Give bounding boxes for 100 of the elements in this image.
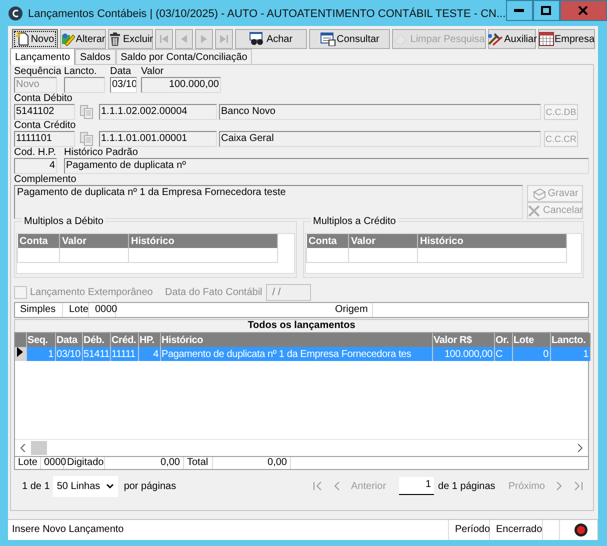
sequence-field[interactable]: Novo	[14, 77, 57, 93]
next-page-icon	[554, 481, 564, 491]
page-summary: 1 de 1	[22, 480, 50, 492]
totals-cell: Lote	[15, 457, 41, 469]
standard-history-field[interactable]: Pagamento de duplicata nº	[64, 158, 589, 174]
copy-icon[interactable]	[80, 104, 93, 120]
tab[interactable]: Saldos	[75, 49, 116, 64]
entry-number-field[interactable]	[64, 77, 105, 93]
table-cell: 100.000,00	[444, 348, 492, 360]
account-name-field[interactable]: Banco Novo	[219, 104, 541, 120]
page-number-field[interactable]: 1	[399, 477, 434, 495]
last-record-icon	[219, 34, 229, 44]
field-label: Histórico Padrão	[64, 147, 138, 158]
first-page-icon	[312, 481, 322, 491]
field-label: por páginas	[124, 480, 176, 492]
column-header[interactable]: Valor	[60, 234, 128, 248]
group-title: Multiplos a Crédito	[311, 216, 398, 227]
info-cell: Origem	[331, 303, 373, 317]
tab[interactable]: Saldo por Conta/Conciliação	[116, 49, 252, 64]
table-cell: 11111	[112, 348, 136, 360]
classification-field[interactable]: 1.1.1.01.001.00001	[99, 131, 217, 147]
toolbar-button[interactable]: Auxiliar	[488, 29, 536, 49]
field-label: Cod. H.P.	[14, 147, 56, 158]
next-record-icon	[199, 34, 209, 44]
column-header[interactable]: Valor	[348, 234, 418, 248]
table-cell: 51411	[84, 348, 110, 360]
column-header[interactable]: HP.	[138, 333, 160, 347]
toolbar-button[interactable]: Empresa	[538, 29, 595, 49]
close-button[interactable]	[560, 0, 607, 21]
column-header[interactable]: Histórico	[418, 234, 566, 248]
column-header[interactable]: Or.	[494, 333, 512, 347]
column-header[interactable]: Déb.	[82, 333, 110, 347]
column-header[interactable]: Conta	[18, 234, 60, 248]
column-header[interactable]: Valor R$	[432, 333, 494, 347]
toolbar-button[interactable]: Consultar	[309, 29, 390, 49]
calendar-grid-icon	[538, 32, 554, 46]
checkbox-label: Lançamento Extemporâneo	[30, 286, 153, 298]
minimize-icon	[514, 9, 524, 12]
table-cell: 03/10	[56, 348, 81, 360]
table-cell: 4	[153, 348, 158, 360]
field-label: Data	[110, 66, 132, 77]
current-row-icon	[17, 347, 23, 357]
first-record-icon	[159, 34, 169, 44]
field-label: Sequência	[14, 66, 62, 77]
calendar-list-icon	[320, 32, 336, 46]
field-label: Complemento	[14, 174, 76, 185]
account-code-field[interactable]: 5141102	[14, 104, 75, 120]
record-icon	[574, 523, 588, 537]
table-title: Todos os lançamentos	[248, 320, 356, 332]
totals-cell: 0,00	[213, 457, 291, 469]
toolbar-button[interactable]: Novo	[12, 29, 58, 49]
page-size-dropdown[interactable]: 50 Linhas	[52, 476, 118, 496]
column-header[interactable]: Histórico	[128, 234, 278, 248]
info-cell: 0000	[89, 303, 116, 317]
totals-cell: Total	[184, 457, 213, 469]
column-header[interactable]: Histórico	[160, 333, 432, 347]
amount-field[interactable]: 100.000,00	[141, 77, 221, 93]
history-code-field[interactable]: 4	[14, 158, 57, 174]
cancel-icon	[526, 204, 541, 218]
field-label: Conta Crédito	[14, 120, 76, 131]
status-text: Encerrado	[490, 520, 543, 540]
toolbar-button[interactable]: Alterar	[60, 29, 106, 49]
table-row[interactable]: 1 03/10 51411 11111 4 Pagamento de duplicata nº 1 da Empresa Fornecedora tes 100.000,00 C 0 1	[15, 347, 590, 361]
classification-field[interactable]: 1.1.1.02.002.00004	[99, 104, 217, 120]
maximize-button[interactable]	[532, 0, 560, 21]
table-cell: 0	[543, 348, 548, 360]
copy-icon[interactable]	[80, 131, 93, 147]
account-code-field[interactable]: 1111101	[14, 131, 75, 147]
column-header[interactable]: Conta	[306, 234, 348, 248]
binoculars-icon	[249, 32, 266, 46]
field-label: Valor	[141, 66, 164, 77]
group-title: Multiplos a Débito	[22, 216, 106, 227]
account-name-field[interactable]: Caixa Geral	[219, 131, 541, 147]
app-logo-icon	[8, 6, 23, 20]
table-cell: C	[496, 348, 503, 360]
column-header[interactable]: Data	[55, 333, 82, 347]
previous-page-icon	[332, 481, 342, 491]
column-header[interactable]: Seq.	[26, 333, 55, 347]
page-count: de 1 páginas	[438, 480, 496, 492]
info-cell: Simples	[15, 303, 63, 317]
table-cell: 1	[48, 348, 54, 360]
totals-cell: 0,00	[105, 457, 184, 469]
save-icon	[532, 186, 546, 200]
status-text: Período	[449, 520, 490, 540]
trash-icon	[108, 32, 122, 46]
minimize-button[interactable]	[506, 0, 533, 21]
new-document-icon	[16, 32, 30, 46]
totals-cell: 0000	[41, 457, 64, 469]
info-cell: Lote	[63, 303, 89, 317]
column-header[interactable]: Créd.	[110, 333, 138, 347]
column-header[interactable]: Lote	[512, 333, 550, 347]
maximize-icon	[541, 6, 552, 15]
status-text: Insere Novo Lançamento	[8, 520, 449, 540]
close-icon	[578, 6, 588, 15]
pencil-icon	[60, 32, 75, 46]
tab[interactable]: Lançamento	[10, 48, 76, 65]
scrollbar-thumb[interactable]	[31, 441, 47, 455]
toolbar-button[interactable]: Excluir	[108, 29, 153, 49]
toolbar-button[interactable]: Achar	[235, 29, 307, 49]
column-header[interactable]: Lancto.	[550, 333, 590, 347]
